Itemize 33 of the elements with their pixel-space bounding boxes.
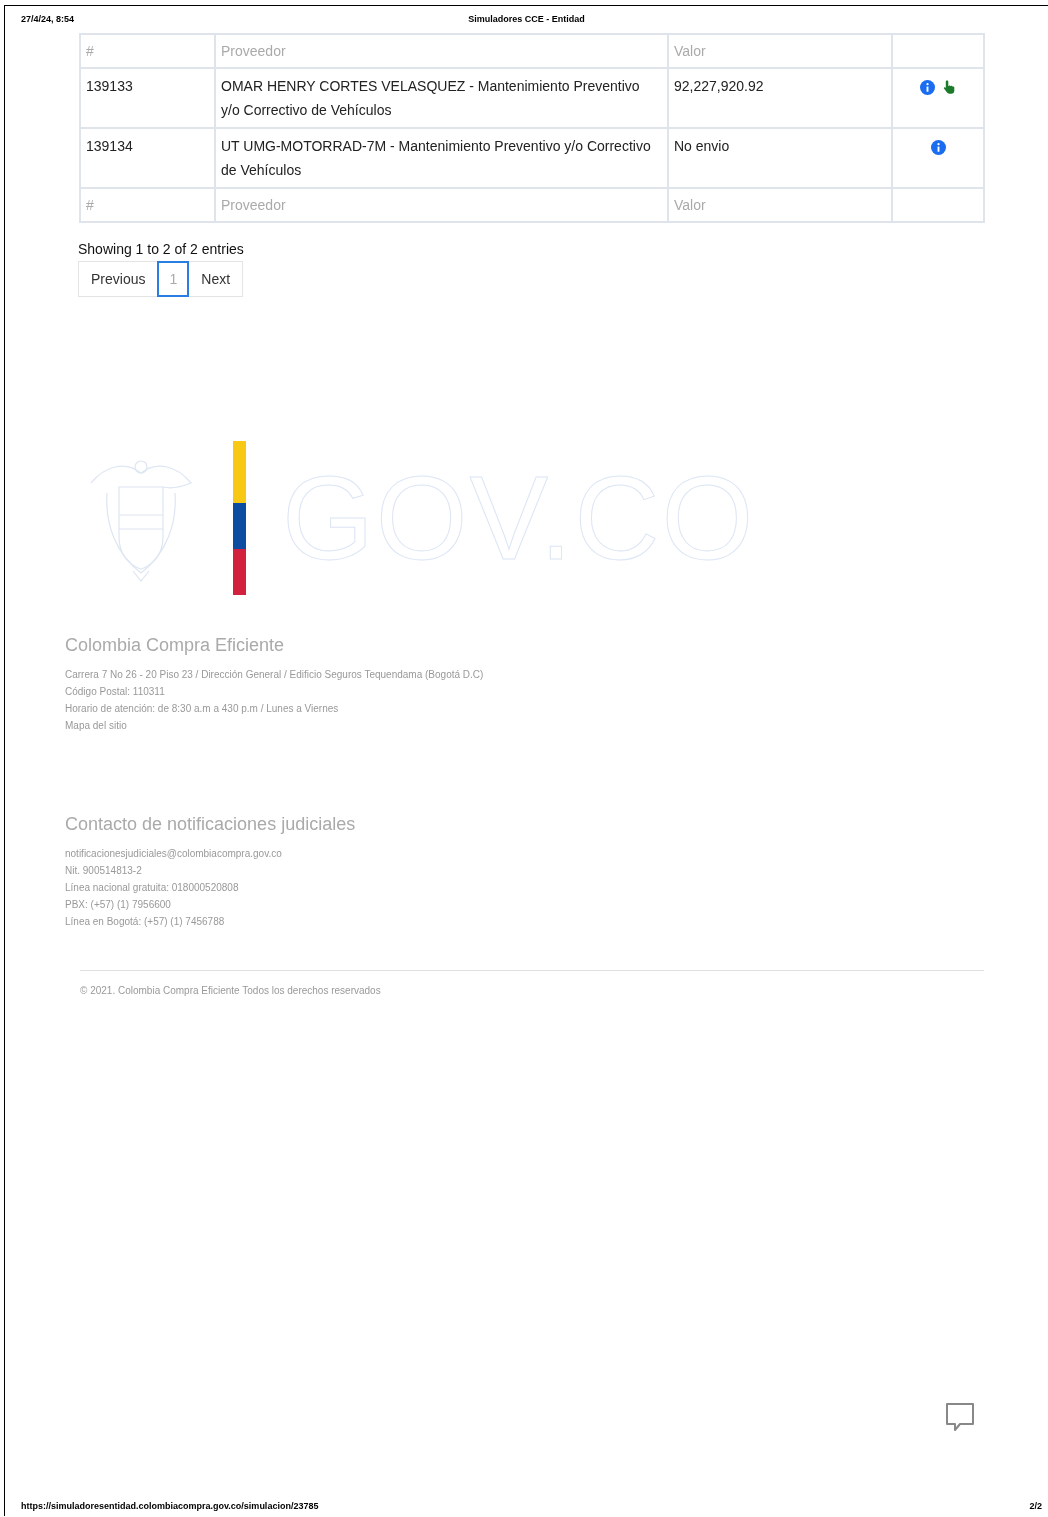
footer-text: Horario de atención: de 8:30 a.m a 430 p.m / Lunes a Viernes bbox=[65, 702, 340, 716]
footer-heading: Contacto de notificaciones judiciales bbox=[65, 814, 357, 835]
entries-summary: Showing 1 to 2 of 2 entries bbox=[78, 241, 244, 257]
column-footer: # bbox=[80, 188, 215, 222]
footer-text: Carrera 7 No 26 - 20 Piso 23 / Dirección General / Edificio Seguros Tequendama (Bogotá D.C) bbox=[65, 668, 485, 682]
footer-text: Línea en Bogotá: (+57) (1) 7456788 bbox=[65, 915, 226, 929]
table-cell: OMAR HENRY CORTES VELASQUEZ - Mantenimiento Preventivo y/o Correctivo de Vehículos bbox=[215, 68, 668, 128]
copyright-text: © 2021. Colombia Compra Eficiente Todos los derechos reservados bbox=[80, 985, 382, 996]
table-cell: 139134 bbox=[80, 128, 215, 188]
table-cell: UT UMG-MOTORRAD-7M - Mantenimiento Preventivo y/o Correctivo de Vehículos bbox=[215, 128, 668, 188]
page-button[interactable]: Previous bbox=[78, 261, 159, 297]
column-header: Valor bbox=[668, 34, 892, 68]
footer-text: Nit. 900514813-2 bbox=[65, 864, 143, 878]
table-cell: 92,227,920.92 bbox=[668, 68, 892, 128]
footer-heading: Colombia Compra Eficiente bbox=[65, 635, 286, 656]
chat-icon[interactable] bbox=[945, 1402, 975, 1432]
page-number: 2/2 bbox=[1029, 1501, 1042, 1511]
column-header: # bbox=[80, 34, 215, 68]
column-footer: Proveedor bbox=[215, 188, 668, 222]
page-title: Simuladores CCE - Entidad bbox=[468, 14, 585, 26]
page-url: https://simuladoresentidad.colombiacompra.gov.co/simulacion/23785 bbox=[21, 1501, 319, 1511]
info-icon[interactable] bbox=[919, 79, 935, 95]
footer-text: Línea nacional gratuita: 018000520808 bbox=[65, 881, 240, 895]
info-icon[interactable] bbox=[930, 139, 946, 155]
footer-text: notificacionesjudiciales@colombiacompra.gov.co bbox=[65, 847, 283, 861]
column-footer: Valor bbox=[668, 188, 892, 222]
table-cell: No envio bbox=[668, 128, 892, 188]
table-cell: 139133 bbox=[80, 68, 215, 128]
column-header: Proveedor bbox=[215, 34, 668, 68]
page-button[interactable]: Next bbox=[188, 261, 244, 297]
print-date: 27/4/24, 8:54 bbox=[21, 14, 76, 26]
footer-text: Código Postal: 110311 bbox=[65, 685, 166, 699]
footer-text: PBX: (+57) (1) 7956600 bbox=[65, 898, 172, 912]
